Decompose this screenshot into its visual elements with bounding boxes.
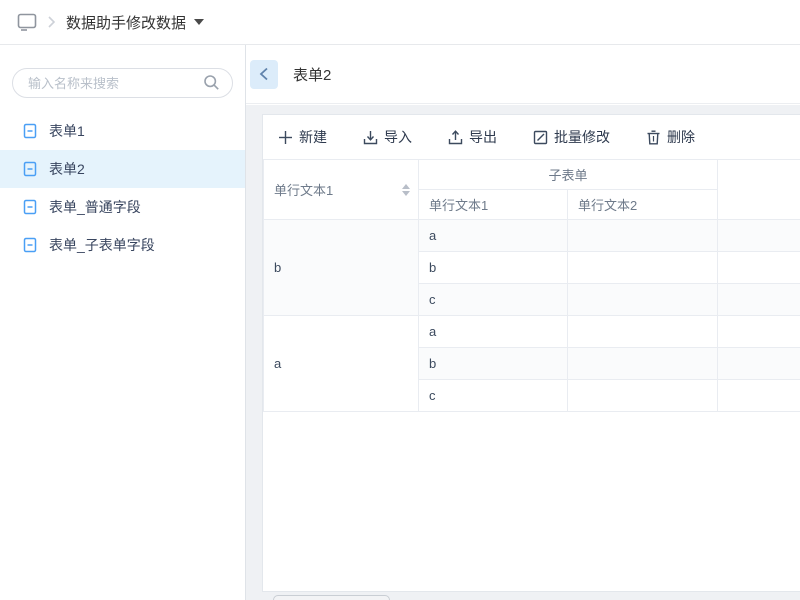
import-button-label: 导入 bbox=[384, 127, 412, 147]
sidebar-item-label: 表单1 bbox=[49, 121, 85, 141]
import-icon bbox=[363, 130, 378, 145]
data-table-card: 新建 导入 导出 批量修改 bbox=[262, 114, 800, 592]
column-header-empty bbox=[718, 160, 800, 220]
caret-down-icon bbox=[194, 19, 204, 25]
batch-edit-button[interactable]: 批量修改 bbox=[533, 127, 610, 147]
import-button[interactable]: 导入 bbox=[363, 127, 412, 147]
app-title: 数据助手修改数据 bbox=[66, 12, 186, 33]
sort-icon[interactable] bbox=[402, 184, 410, 196]
form-list: 表单1 表单2 表单_普通字段 表单_子表单字段 bbox=[0, 112, 245, 264]
sub-cell[interactable]: b bbox=[419, 252, 568, 284]
export-button-label: 导出 bbox=[469, 127, 497, 147]
column-header-main[interactable]: 单行文本1 bbox=[264, 160, 419, 220]
sub-cell[interactable] bbox=[568, 348, 718, 380]
sub-cell[interactable]: c bbox=[419, 284, 568, 316]
export-icon bbox=[448, 130, 463, 145]
subcolumn-header-2: 单行文本2 bbox=[568, 190, 718, 220]
search-icon[interactable] bbox=[203, 74, 220, 96]
sub-cell[interactable]: b bbox=[419, 348, 568, 380]
sidebar-item-form-plain-fields[interactable]: 表单_普通字段 bbox=[0, 188, 245, 226]
monitor-icon[interactable] bbox=[15, 10, 39, 34]
sidebar: 表单1 表单2 表单_普通字段 表单_子表单字段 bbox=[0, 45, 246, 600]
document-icon bbox=[22, 199, 38, 215]
new-button[interactable]: 新建 bbox=[278, 127, 327, 147]
sub-cell[interactable]: a bbox=[419, 316, 568, 348]
empty-cell[interactable] bbox=[718, 284, 800, 316]
empty-cell[interactable] bbox=[718, 316, 800, 348]
main-cell[interactable]: a bbox=[264, 316, 419, 412]
empty-cell[interactable] bbox=[718, 348, 800, 380]
new-button-label: 新建 bbox=[299, 127, 327, 147]
toolbar: 新建 导入 导出 批量修改 bbox=[263, 115, 800, 159]
search-input[interactable] bbox=[12, 68, 233, 98]
sub-cell[interactable]: a bbox=[419, 220, 568, 252]
table-row[interactable]: a a bbox=[264, 316, 800, 348]
document-icon bbox=[22, 123, 38, 139]
chevron-left-icon bbox=[259, 67, 269, 81]
main-header: 表单2 bbox=[246, 45, 800, 104]
back-button[interactable] bbox=[250, 60, 278, 89]
sub-cell[interactable]: c bbox=[419, 380, 568, 412]
content-area: 新建 导入 导出 批量修改 bbox=[246, 105, 800, 600]
batch-edit-button-label: 批量修改 bbox=[554, 127, 610, 147]
app-title-dropdown[interactable]: 数据助手修改数据 bbox=[66, 12, 204, 33]
page-title: 表单2 bbox=[293, 64, 331, 85]
sub-cell[interactable] bbox=[568, 284, 718, 316]
trash-icon bbox=[646, 130, 661, 145]
delete-button[interactable]: 删除 bbox=[646, 127, 695, 147]
breadcrumb-chevron-icon bbox=[47, 16, 56, 28]
sub-cell[interactable] bbox=[568, 380, 718, 412]
column-header-label: 单行文本1 bbox=[274, 180, 333, 199]
top-bar: 数据助手修改数据 bbox=[0, 0, 800, 45]
sub-cell[interactable] bbox=[568, 220, 718, 252]
subform-group-header: 子表单 bbox=[419, 160, 718, 190]
main-cell[interactable]: b bbox=[264, 220, 419, 316]
document-icon bbox=[22, 161, 38, 177]
horizontal-scrollbar-thumb[interactable] bbox=[273, 595, 390, 600]
edit-icon bbox=[533, 130, 548, 145]
sidebar-item-form2[interactable]: 表单2 bbox=[0, 150, 245, 188]
records-table: 单行文本1 子表单 单行文本1 单行文本2 b a bbox=[263, 159, 800, 412]
sidebar-item-form-subform-fields[interactable]: 表单_子表单字段 bbox=[0, 226, 245, 264]
sidebar-item-label: 表单_子表单字段 bbox=[49, 235, 155, 255]
sidebar-item-label: 表单_普通字段 bbox=[49, 197, 141, 217]
empty-cell[interactable] bbox=[718, 252, 800, 284]
plus-icon bbox=[278, 130, 293, 145]
subcolumn-header-1: 单行文本1 bbox=[419, 190, 568, 220]
document-icon bbox=[22, 237, 38, 253]
table-row[interactable]: b a bbox=[264, 220, 800, 252]
sidebar-item-label: 表单2 bbox=[49, 159, 85, 179]
sub-cell[interactable] bbox=[568, 252, 718, 284]
export-button[interactable]: 导出 bbox=[448, 127, 497, 147]
empty-cell[interactable] bbox=[718, 220, 800, 252]
sidebar-item-form1[interactable]: 表单1 bbox=[0, 112, 245, 150]
delete-button-label: 删除 bbox=[667, 127, 695, 147]
empty-cell[interactable] bbox=[718, 380, 800, 412]
sub-cell[interactable] bbox=[568, 316, 718, 348]
